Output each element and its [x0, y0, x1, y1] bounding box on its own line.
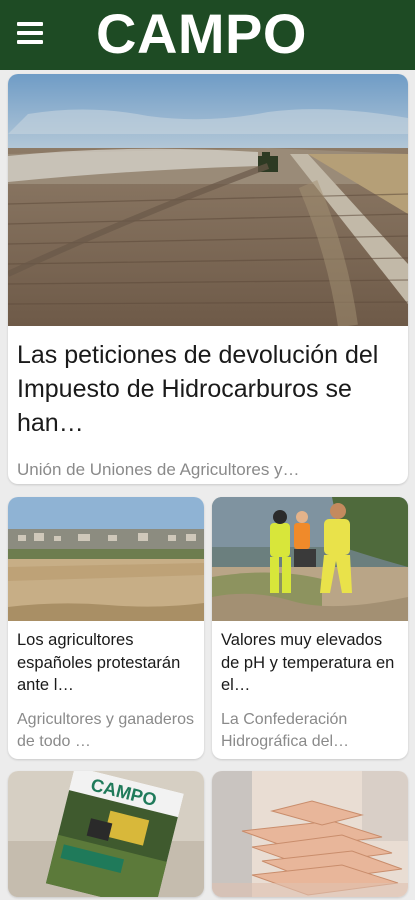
- article-card[interactable]: Valores muy elevados de pH y temperatura…: [212, 497, 408, 759]
- article-card[interactable]: CAMPO: [8, 771, 204, 897]
- app-header: CAMPO: [0, 0, 415, 70]
- article-card[interactable]: Los agricultores españoles protestarán a…: [8, 497, 204, 759]
- article-image: [8, 497, 204, 621]
- lead-article-image: [8, 74, 408, 326]
- article-image: [212, 497, 408, 621]
- article-title[interactable]: Valores muy elevados de pH y temperatura…: [221, 629, 403, 697]
- article-card[interactable]: [212, 771, 408, 897]
- lead-article-title[interactable]: Las peticiones de devolución del Impuest…: [17, 338, 397, 440]
- article-source: Agricultores y ganaderos de todo …: [17, 711, 194, 750]
- news-feed: Las peticiones de devolución del Impuest…: [0, 70, 415, 900]
- article-image: [212, 771, 408, 897]
- magazine-cover-image: CAMPO: [8, 771, 204, 897]
- lead-article-card[interactable]: Las peticiones de devolución del Impuest…: [8, 74, 408, 484]
- article-title[interactable]: Los agricultores españoles protestarán a…: [17, 629, 199, 697]
- hamburger-menu-icon[interactable]: [17, 22, 45, 46]
- app-logo[interactable]: CAMPO: [96, 2, 307, 66]
- article-source: La Confederación Hidrográfica del…: [221, 711, 350, 750]
- lead-article-source: Unión de Uniones de Agricultores y…: [17, 460, 300, 479]
